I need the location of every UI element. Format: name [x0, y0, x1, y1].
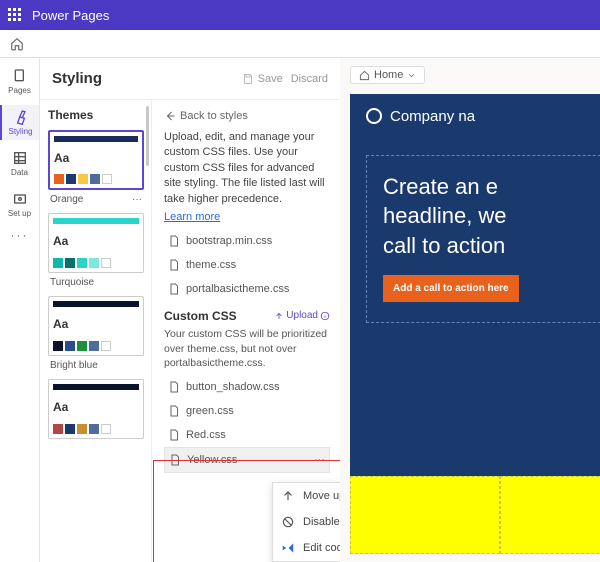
- sidenav-more[interactable]: ···: [11, 228, 29, 242]
- sidenav-styling[interactable]: Styling: [0, 105, 39, 140]
- styling-panel: Styling Save Discard Themes: [40, 58, 340, 562]
- theme-card-4[interactable]: Aa: [48, 379, 144, 439]
- main: Pages Styling Data Set up ··· Styling Sa…: [0, 58, 600, 562]
- menu-disable[interactable]: Disable: [273, 509, 340, 535]
- save-button[interactable]: Save: [242, 73, 283, 85]
- theme-card-brightblue[interactable]: Aa Bright blue: [48, 296, 144, 375]
- disable-icon: [281, 515, 295, 529]
- custom-css-heading: Custom CSS: [164, 309, 237, 323]
- company-header[interactable]: Company na: [366, 108, 600, 125]
- file-icon: [168, 259, 180, 271]
- theme-card-turquoise[interactable]: Aa Turquoise: [48, 213, 144, 292]
- save-icon: [242, 73, 254, 85]
- learn-more-link[interactable]: Learn more: [164, 211, 220, 223]
- theme-card-orange[interactable]: Aa Orange···: [48, 130, 144, 209]
- file-icon: [168, 405, 180, 417]
- page-canvas: Company na Create an e headline, we call…: [350, 94, 600, 554]
- cta-button[interactable]: Add a call to action here: [383, 275, 519, 302]
- workarea: Styling Save Discard Themes: [40, 58, 600, 562]
- home-icon: [359, 70, 370, 81]
- context-menu: Move up Disable Edit code: [272, 482, 340, 562]
- logo-icon: [366, 108, 382, 124]
- waffle-icon[interactable]: [8, 8, 22, 22]
- file-buttonshadow[interactable]: button_shadow.css: [164, 375, 330, 399]
- sidenav-setup[interactable]: Set up: [0, 187, 39, 222]
- upload-icon: [274, 311, 284, 321]
- file-more-icon[interactable]: ···: [314, 454, 325, 466]
- themes-heading: Themes: [48, 108, 143, 122]
- sidenav: Pages Styling Data Set up ···: [0, 58, 40, 562]
- menu-move-up[interactable]: Move up: [273, 483, 340, 509]
- file-portalbasic[interactable]: portalbasictheme.css: [164, 277, 330, 301]
- file-icon: [168, 381, 180, 393]
- file-icon: [168, 283, 180, 295]
- css-description: Upload, edit, and manage your custom CSS…: [164, 130, 330, 207]
- page-title: Styling: [52, 70, 102, 87]
- hero-section[interactable]: Create an e headline, we call to action …: [366, 155, 600, 323]
- file-yellow[interactable]: Yellow.css ···: [164, 447, 330, 473]
- arrow-left-icon: [164, 110, 176, 122]
- scrollbar-thumb[interactable]: [146, 106, 149, 166]
- menu-edit-code[interactable]: Edit code: [273, 535, 340, 561]
- file-green[interactable]: green.css: [164, 399, 330, 423]
- file-icon: [168, 235, 180, 247]
- file-bootstrap[interactable]: bootstrap.min.css: [164, 229, 330, 253]
- app-toolbar: [0, 30, 600, 58]
- file-red[interactable]: Red.css: [164, 423, 330, 447]
- file-theme[interactable]: theme.css: [164, 253, 330, 277]
- breadcrumb[interactable]: Home: [350, 66, 425, 84]
- detail-column: Back to styles Upload, edit, and manage …: [152, 100, 340, 562]
- preview-pane: Home Company na Create an e headline, we…: [340, 58, 600, 562]
- arrow-up-icon: [281, 489, 295, 503]
- themes-column: Themes Aa Orange··· Aa: [40, 100, 152, 562]
- custom-css-desc: Your custom CSS will be prioritized over…: [164, 327, 330, 371]
- upload-button[interactable]: Upload: [274, 310, 330, 321]
- hero-headline: Create an e headline, we call to action: [383, 172, 600, 261]
- info-icon: [320, 311, 330, 321]
- yellow-section[interactable]: [350, 476, 600, 554]
- theme-more-icon[interactable]: ···: [132, 194, 142, 205]
- chevron-down-icon: [407, 71, 416, 80]
- file-icon: [169, 454, 181, 466]
- home-icon[interactable]: [10, 37, 24, 51]
- styling-header: Styling Save Discard: [40, 58, 340, 100]
- file-icon: [168, 429, 180, 441]
- vscode-icon: [281, 541, 295, 555]
- app-titlebar: Power Pages: [0, 0, 600, 30]
- back-to-styles[interactable]: Back to styles: [164, 110, 330, 122]
- app-name: Power Pages: [32, 8, 109, 23]
- sidenav-data[interactable]: Data: [0, 146, 39, 181]
- discard-button[interactable]: Discard: [291, 73, 328, 85]
- sidenav-pages[interactable]: Pages: [0, 64, 39, 99]
